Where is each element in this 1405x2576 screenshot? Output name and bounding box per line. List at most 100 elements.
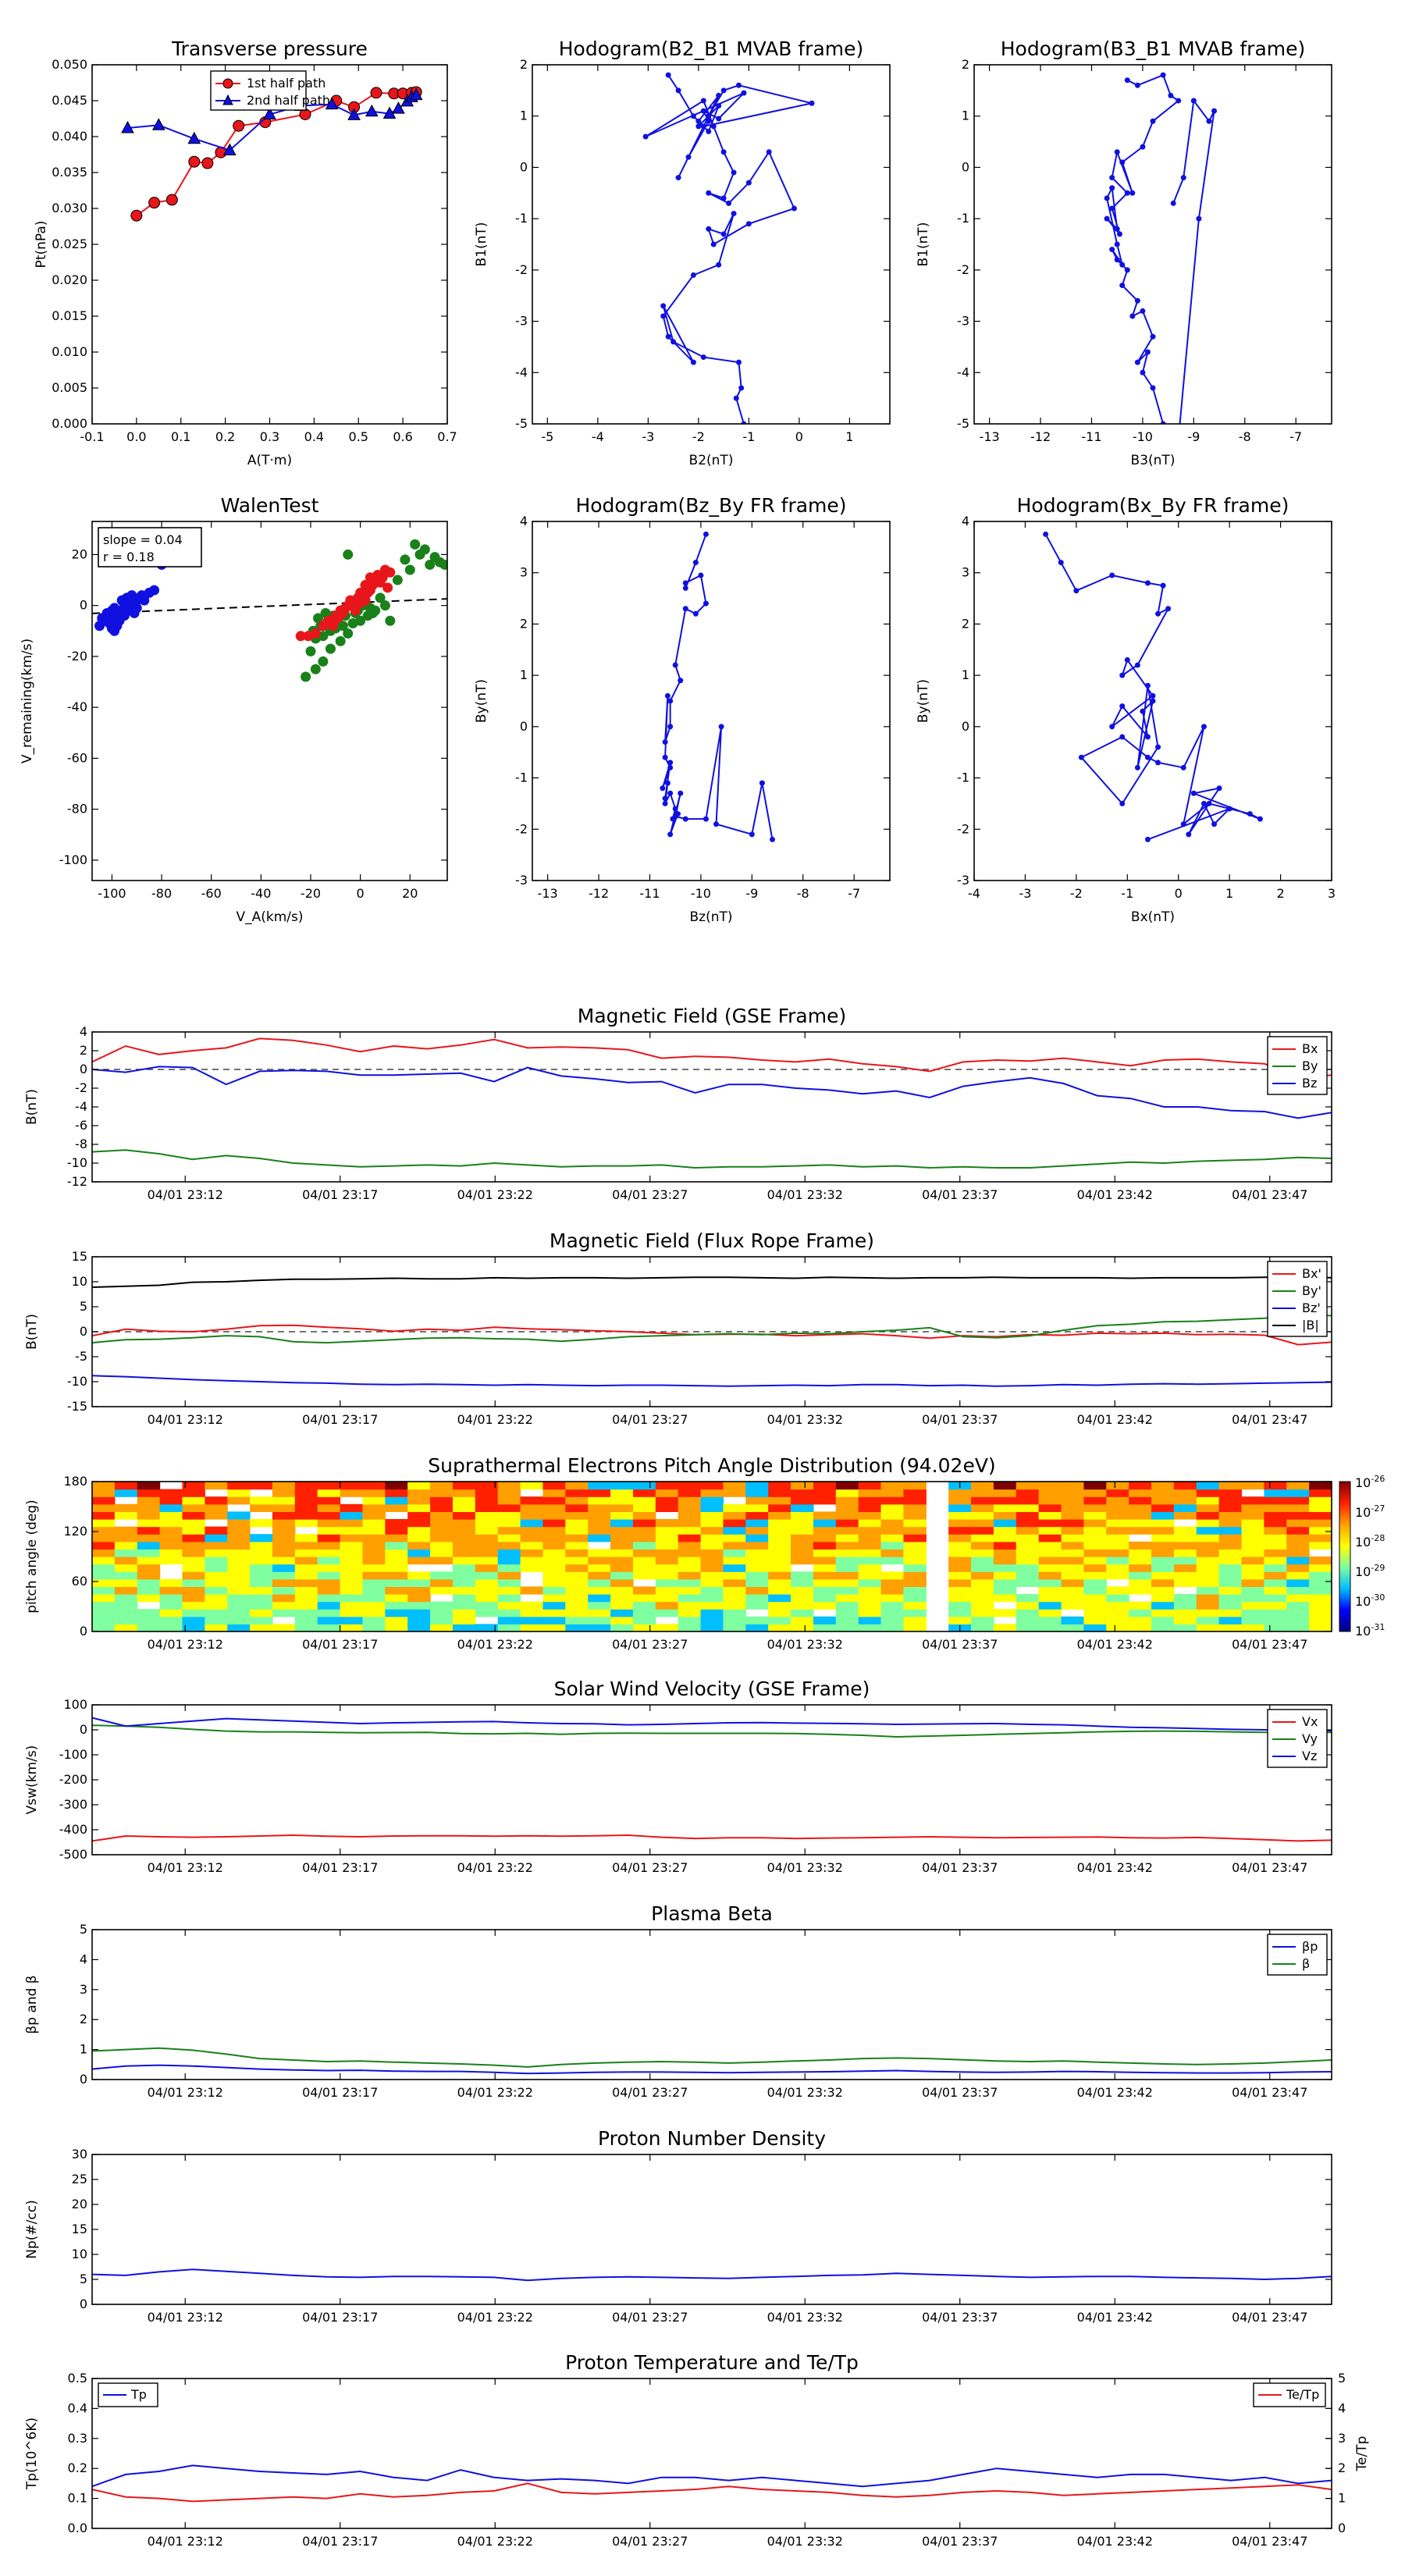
- heatmap-cell: [205, 1578, 228, 1587]
- heatmap-cell: [520, 1511, 544, 1520]
- heatmap-cell: [452, 1526, 476, 1535]
- heatmap-cell: [588, 1601, 611, 1610]
- data-point: [664, 780, 670, 786]
- heatmap-cell: [745, 1594, 769, 1603]
- heatmap-cell: [632, 1496, 656, 1505]
- heatmap-cell: [1038, 1489, 1062, 1497]
- data-point: [706, 113, 712, 119]
- heatmap-cell: [835, 1503, 859, 1512]
- heatmap-cell: [588, 1549, 611, 1557]
- data-point: [720, 149, 727, 155]
- data-point: [660, 313, 667, 319]
- heatmap-cell: [1218, 1616, 1243, 1624]
- heatmap-cell: [1038, 1578, 1062, 1587]
- heatmap-cell: [114, 1594, 138, 1603]
- heatmap-cell: [1083, 1578, 1107, 1587]
- data-point: [809, 100, 815, 106]
- x-tick-label: 0.0: [126, 429, 146, 444]
- heatmap-cell: [1106, 1534, 1129, 1542]
- heatmap-cell: [565, 1541, 589, 1550]
- heatmap-cell: [745, 1586, 769, 1595]
- heatmap-cell: [1173, 1616, 1197, 1624]
- heatmap-cell: [971, 1594, 994, 1603]
- heatmap-cell: [565, 1511, 589, 1520]
- heatmap-cell: [205, 1616, 228, 1624]
- heatmap-cell: [858, 1541, 882, 1550]
- heatmap-cell: [565, 1519, 589, 1528]
- heatmap-cell: [678, 1571, 702, 1580]
- data-point: [667, 724, 674, 730]
- heatmap-cell: [1129, 1578, 1152, 1587]
- heatmap-cell: [700, 1564, 724, 1572]
- heatmap-cell: [182, 1511, 205, 1520]
- heatmap-cell: [294, 1503, 318, 1512]
- heatmap-cell: [250, 1534, 273, 1542]
- heatmap-cell: [205, 1601, 228, 1610]
- y-axis-label: V_remaining(km/s): [20, 639, 35, 763]
- data-point: [1144, 349, 1151, 355]
- heatmap-cell: [723, 1624, 746, 1632]
- heatmap-cell: [1061, 1526, 1084, 1535]
- heatmap-cell: [1038, 1601, 1062, 1610]
- series-line-|B|: [92, 1275, 1332, 1288]
- heatmap-cell: [948, 1519, 972, 1528]
- figure-canvas: Transverse pressure-0.1 0.0 0.1 0.2 0.3 0.4 0.…: [20, 37, 1385, 2549]
- data-point: [310, 664, 321, 674]
- legend-marker: [222, 78, 233, 89]
- heatmap-cell: [137, 1489, 161, 1497]
- heatmap-cell: [1151, 1482, 1175, 1490]
- data-point: [1124, 190, 1130, 196]
- heatmap-cell: [993, 1571, 1017, 1580]
- heatmap-cell: [340, 1601, 364, 1610]
- heatmap-cell: [294, 1496, 318, 1505]
- heatmap-cell: [880, 1496, 905, 1505]
- heatmap-cell: [1286, 1519, 1310, 1528]
- data-point: [660, 785, 666, 792]
- heatmap-cell: [723, 1564, 746, 1572]
- heatmap-cell: [205, 1482, 228, 1490]
- legend-label: By': [1302, 1283, 1321, 1298]
- y-axis-label: Np(#/cc): [24, 2200, 40, 2258]
- x-tick-label: 0.6: [393, 429, 412, 444]
- y-tick-label: -400: [59, 1822, 87, 1837]
- heatmap-cell: [475, 1571, 499, 1580]
- heatmap-cell: [1038, 1594, 1062, 1603]
- heatmap-cell: [588, 1616, 611, 1624]
- y-tick-label: -15: [67, 1399, 87, 1414]
- y-tick-label: -4: [957, 365, 969, 379]
- x-tick-label: -5: [541, 429, 553, 444]
- heatmap-cell: [632, 1557, 656, 1565]
- time-tick-label: 04/01 23:12: [148, 1860, 223, 1875]
- data-point: [301, 671, 311, 682]
- data-point: [1150, 692, 1156, 699]
- data-point: [1144, 734, 1151, 740]
- heatmap-cell: [294, 1601, 318, 1610]
- y-tick-label: 2: [962, 616, 969, 631]
- data-point: [1144, 836, 1151, 842]
- heatmap-cell: [745, 1601, 769, 1610]
- y-tick-label: 1: [962, 667, 969, 682]
- y-tick-label-right: 0: [1338, 2521, 1346, 2535]
- heatmap-cell: [700, 1534, 724, 1542]
- heatmap-cell: [1241, 1526, 1264, 1535]
- y-tick-label: 4: [80, 1024, 87, 1039]
- data-point: [698, 572, 704, 578]
- heatmap-cell: [971, 1609, 994, 1617]
- heatmap-cell: [182, 1549, 205, 1557]
- heatmap-cell: [542, 1609, 566, 1617]
- heatmap-cell: [1173, 1564, 1197, 1572]
- heatmap-cell: [137, 1549, 161, 1557]
- heatmap-cell: [317, 1541, 341, 1550]
- data-point: [695, 118, 702, 124]
- x-tick-label: -12: [1030, 429, 1051, 444]
- heatmap-cell: [227, 1601, 251, 1610]
- data-point: [662, 754, 668, 760]
- y-tick-label: 25: [72, 2172, 87, 2186]
- heatmap-cell: [227, 1519, 251, 1528]
- heatmap-cell: [880, 1511, 905, 1520]
- heatmap-cell: [452, 1578, 476, 1587]
- data-point: [1109, 185, 1115, 191]
- x-tick-label: 0.3: [260, 429, 279, 444]
- time-tick-label: 04/01 23:37: [922, 2310, 998, 2325]
- heatmap-cell: [340, 1482, 364, 1490]
